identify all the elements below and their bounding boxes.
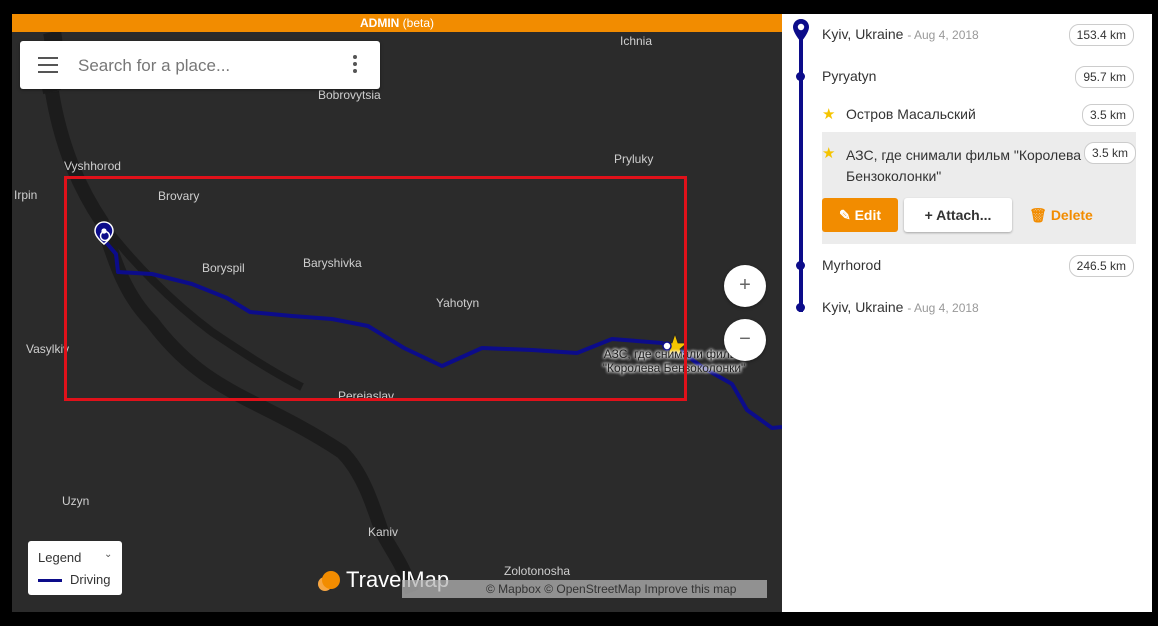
- stop-date: - Aug 4, 2018: [907, 301, 979, 315]
- app-window: ADMIN (beta) Ichnia Bobrovytsia Vyshhoro…: [12, 14, 1152, 612]
- stop-name: Kyiv, Ukraine: [822, 26, 904, 42]
- legend-item-driving: Driving: [70, 572, 111, 587]
- map-label-uzyn: Uzyn: [62, 494, 90, 508]
- stop-item-myrhorod[interactable]: Myrhorod: [822, 257, 881, 273]
- map-label-irpin: Irpin: [14, 188, 38, 202]
- map-label-bobrovytsia: Bobrovytsia: [318, 88, 381, 102]
- delete-button[interactable]: 🗑 Delete: [1016, 198, 1106, 232]
- legend-title: Legend: [38, 550, 82, 565]
- stop-name: Остров Масальский: [846, 106, 976, 122]
- distance-badge: 3.5 km: [1083, 142, 1136, 164]
- admin-bar: ADMIN (beta): [12, 14, 782, 32]
- distance-badge: 95.7 km: [1075, 66, 1134, 88]
- distance-badge: 246.5 km: [1068, 255, 1134, 277]
- menu-icon[interactable]: [38, 57, 58, 73]
- edit-button[interactable]: ✎ Edit: [822, 198, 898, 232]
- legend-swatch-driving: [38, 579, 62, 582]
- map-label-ichnia: Ichnia: [620, 34, 653, 48]
- stop-item-gas-station[interactable]: ★ АЗС, где снимали фильм "Королева Бензо…: [822, 132, 1136, 244]
- attach-label: Attach...: [936, 207, 992, 223]
- travelmap-logo-icon: [322, 571, 340, 589]
- edit-label: Edit: [854, 207, 882, 223]
- distance-badge: 153.4 km: [1068, 24, 1134, 46]
- plus-icon: +: [924, 207, 933, 223]
- map-label-kaniv: Kaniv: [368, 525, 399, 539]
- attribution-text[interactable]: © Mapbox © OpenStreetMap Improve this ma…: [486, 580, 736, 598]
- star-icon: ★: [822, 145, 836, 162]
- timeline-dot: [796, 303, 805, 312]
- map-label-pryluky: Pryluky: [614, 152, 654, 166]
- pencil-icon: ✎: [838, 207, 851, 223]
- trash-icon: 🗑: [1029, 207, 1047, 223]
- stop-name: Kyiv, Ukraine: [822, 299, 904, 315]
- chevron-down-icon[interactable]: ⌄: [104, 549, 112, 560]
- admin-label: ADMIN: [359, 16, 400, 30]
- timeline-dot: [796, 72, 805, 81]
- more-options-icon[interactable]: [352, 55, 358, 75]
- search-input[interactable]: [76, 53, 340, 79]
- stop-name: Pyryatyn: [822, 68, 877, 84]
- highlight-rectangle: [64, 176, 687, 401]
- stop-item-pyryatyn[interactable]: Pyryatyn: [822, 68, 876, 84]
- trip-panel: Kyiv, Ukraine - Aug 4, 2018 153.4 km Pyr…: [782, 14, 1152, 612]
- legend[interactable]: Legend ⌄ Driving: [28, 541, 122, 595]
- stop-name: АЗС, где снимали фильм "Королева Бензоко…: [846, 147, 1082, 184]
- map-label-vasylkiv: Vasylkiv: [26, 342, 70, 356]
- zoom-in-button[interactable]: +: [724, 265, 766, 307]
- search-bar: [20, 41, 380, 89]
- map-label-vyshhorod: Vyshhorod: [64, 159, 121, 173]
- beta-label: (beta): [402, 16, 435, 30]
- map-attribution: © Mapbox © OpenStreetMap Improve this ma…: [402, 580, 767, 598]
- timeline-dot: [796, 261, 805, 270]
- map[interactable]: ADMIN (beta) Ichnia Bobrovytsia Vyshhoro…: [12, 14, 782, 612]
- star-icon: ★: [822, 106, 836, 123]
- stop-item-kyiv-start[interactable]: Kyiv, Ukraine - Aug 4, 2018: [822, 26, 979, 42]
- attach-button[interactable]: + Attach...: [904, 198, 1012, 232]
- stop-item-kyiv-end[interactable]: Kyiv, Ukraine - Aug 4, 2018: [822, 299, 979, 315]
- stop-name: Myrhorod: [822, 257, 882, 273]
- zoom-out-button[interactable]: −: [724, 319, 766, 361]
- map-label-zolotonosha: Zolotonosha: [504, 564, 571, 578]
- stop-date: - Aug 4, 2018: [907, 28, 979, 42]
- stop-item-ostrov[interactable]: Остров Масальский: [846, 106, 976, 122]
- delete-label: Delete: [1050, 207, 1093, 223]
- distance-badge: 3.5 km: [1081, 104, 1134, 126]
- start-pin-icon: [793, 19, 809, 42]
